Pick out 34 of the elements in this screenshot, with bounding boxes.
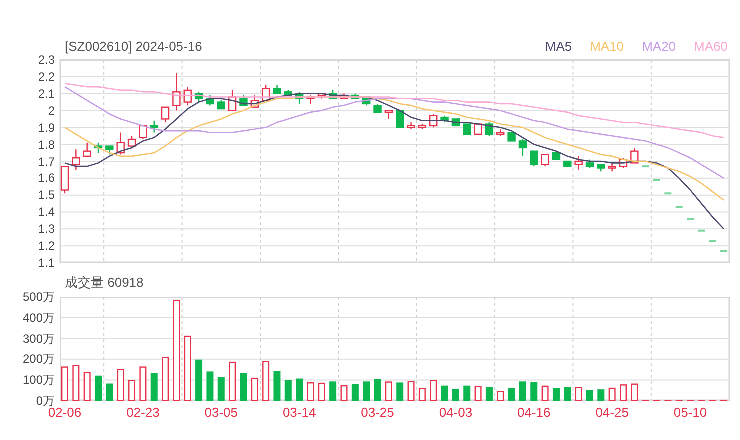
- axis-tick-label: 03-25: [361, 404, 394, 422]
- legend-label: MA20: [642, 38, 676, 56]
- axis-tick-label: 05-10: [674, 404, 708, 422]
- axis-tick-label: 04-16: [518, 404, 551, 422]
- legend-label: MA5: [545, 38, 572, 56]
- axis-tick-label: 1.7: [38, 154, 55, 170]
- axis-tick-label: 1.6: [38, 170, 55, 186]
- axis-tick-label: 1.1: [38, 255, 55, 271]
- axis-tick-label: 2.2: [38, 68, 55, 85]
- axis-tick-label: 400万: [22, 310, 55, 326]
- axis-tick-label: 1.3: [38, 221, 55, 238]
- axis-tick-label: 2.1: [38, 86, 55, 102]
- axis-tick-label: 04-03: [439, 404, 473, 422]
- axis-tick-label: 03-14: [282, 404, 316, 422]
- chart-title: [SZ002610] 2024-05-16: [65, 38, 202, 56]
- chart-title: 成交量 60918: [65, 274, 144, 292]
- axis-tick-label: 2.3: [38, 52, 55, 68]
- axis-tick-label: 1.2: [38, 238, 55, 254]
- axis-tick-label: 1.8: [38, 136, 55, 153]
- axis-tick-label: 500万: [22, 289, 55, 305]
- legend-label: MA60: [694, 38, 728, 56]
- legend-label: MA10: [590, 38, 624, 56]
- axis-tick-label: 100万: [22, 372, 55, 388]
- axis-tick-label: 0万: [36, 393, 55, 408]
- axis-tick-label: 1.9: [38, 120, 55, 136]
- axis-tick-label: 300万: [22, 330, 55, 347]
- axis-tick-label: 02-23: [126, 404, 160, 422]
- axis-tick-label: 03-05: [204, 404, 238, 422]
- axis-tick-label: 04-25: [596, 404, 629, 422]
- axis-tick-label: 1.5: [38, 187, 55, 204]
- axis-tick-label: 1.4: [38, 204, 55, 220]
- axis-tick-label: 200万: [22, 351, 55, 368]
- axis-tick-label: 02-06: [48, 405, 82, 422]
- axis-tick-label: 2: [48, 102, 55, 119]
